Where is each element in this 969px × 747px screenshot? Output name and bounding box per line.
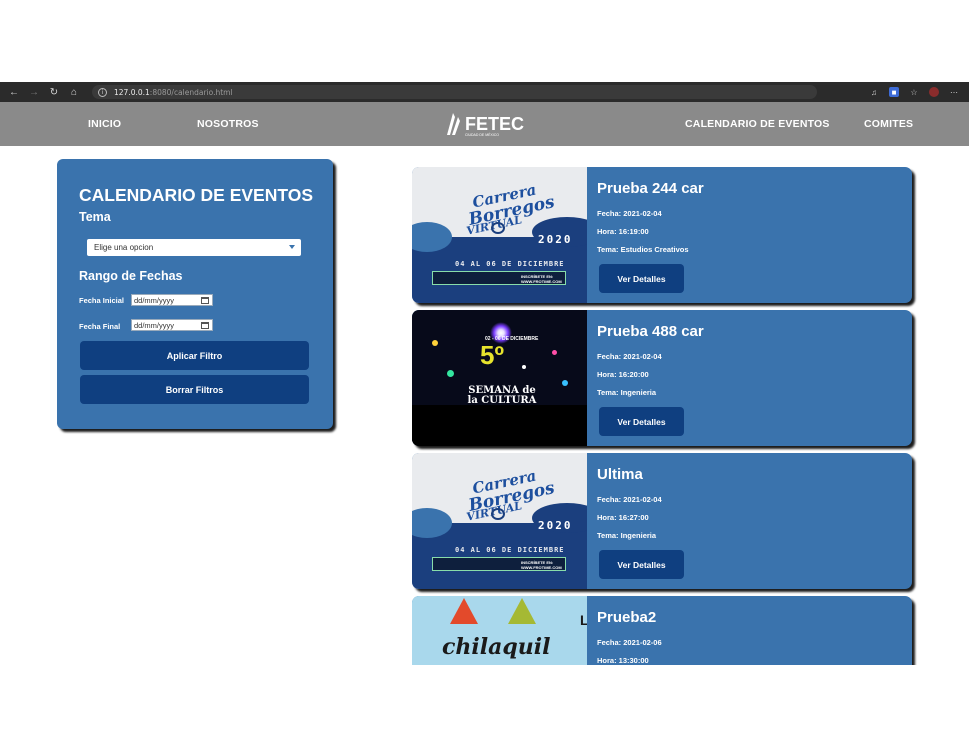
fecha-inicial-input[interactable]: dd/mm/yyyy bbox=[131, 294, 213, 306]
read-aloud-icon[interactable]: ♫ bbox=[869, 87, 879, 97]
fecha-final-label: Fecha Final bbox=[79, 322, 121, 331]
event-tema: Tema: Ingenieria bbox=[597, 388, 657, 397]
poster-semana-text: SEMANA de la CULTURA bbox=[467, 385, 537, 406]
event-fecha: Fecha: 2021-02-04 bbox=[597, 495, 662, 504]
back-arrow-icon[interactable]: ← bbox=[8, 86, 20, 98]
chili-hat-red bbox=[450, 598, 478, 624]
calendar-icon[interactable] bbox=[201, 297, 209, 304]
site-navbar: INICIO NOSOTROS FETEC CIUDAD DE MÉXICO C… bbox=[0, 102, 969, 146]
info-icon[interactable]: i bbox=[98, 87, 107, 97]
event-fecha: Fecha: 2021-02-04 bbox=[597, 209, 662, 218]
profile-avatar-icon[interactable] bbox=[929, 87, 939, 97]
nav-nosotros-link[interactable]: NOSOTROS bbox=[197, 118, 259, 130]
poster-sponsor-bar: INSCRÍBETE EN: WWW.FROTIME.COM bbox=[432, 557, 566, 571]
event-title: Prueba 244 car bbox=[597, 180, 704, 197]
logo-subtitle: CIUDAD DE MÉXICO bbox=[465, 133, 500, 137]
panel-title: CALENDARIO DE EVENTOS bbox=[79, 185, 314, 205]
rango-label: Rango de Fechas bbox=[79, 269, 183, 283]
browser-toolbar: ← → ↻ ⌂ i 127.0.0.1:8080/calendario.html… bbox=[0, 82, 969, 102]
ver-detalles-button[interactable]: Ver Detalles bbox=[599, 264, 684, 293]
event-hora: Hora: 16:19:00 bbox=[597, 227, 649, 236]
event-card: Carrera Borregos VIRTUAL 2020 04 AL 06 D… bbox=[412, 453, 912, 589]
event-poster-image: chilaquil L bbox=[412, 596, 587, 665]
poster-sponsor-bar: INSCRÍBETE EN: WWW.FROTIME.COM bbox=[432, 271, 566, 285]
tema-label: Tema bbox=[79, 210, 111, 224]
event-poster-image: Carrera Borregos VIRTUAL 2020 04 AL 06 D… bbox=[412, 453, 587, 589]
home-icon[interactable]: ⌂ bbox=[68, 86, 80, 98]
event-poster-image: Carrera Borregos VIRTUAL 2020 04 AL 06 D… bbox=[412, 167, 587, 303]
clear-filters-button[interactable]: Borrar Filtros bbox=[80, 375, 309, 404]
ver-detalles-button[interactable]: Ver Detalles bbox=[599, 550, 684, 579]
event-hora: Hora: 13:30:00 bbox=[597, 656, 649, 665]
chili-hat-green bbox=[508, 598, 536, 624]
fecha-inicial-placeholder: dd/mm/yyyy bbox=[134, 295, 175, 305]
logo-wordmark: FETEC bbox=[465, 114, 525, 134]
event-poster-image: 02 - 06 DE DICIEMBRE 5º SEMANA de la CUL… bbox=[412, 310, 587, 446]
borrego-logo-icon bbox=[491, 222, 505, 234]
event-title: Prueba 488 car bbox=[597, 323, 704, 340]
filter-panel: CALENDARIO DE EVENTOS Tema Elige una opc… bbox=[57, 159, 333, 429]
dropdown-caret-icon bbox=[289, 245, 295, 249]
reload-icon[interactable]: ↻ bbox=[48, 86, 60, 98]
tema-select[interactable]: Elige una opcion bbox=[87, 239, 301, 256]
forward-arrow-icon[interactable]: → bbox=[28, 86, 40, 98]
ver-detalles-button[interactable]: Ver Detalles bbox=[599, 407, 684, 436]
event-card: chilaquil L Prueba2 Fecha: 2021-02-06 Ho… bbox=[412, 596, 912, 665]
favorites-icon[interactable]: ☆ bbox=[909, 87, 919, 97]
nav-calendario-link[interactable]: CALENDARIO DE EVENTOS bbox=[685, 118, 830, 130]
poster-edge-letter: L bbox=[580, 612, 587, 628]
more-menu-icon[interactable]: ⋯ bbox=[949, 87, 959, 97]
poster-year: 2020 bbox=[538, 519, 573, 532]
browser-window: ← → ↻ ⌂ i 127.0.0.1:8080/calendario.html… bbox=[0, 82, 969, 665]
event-fecha: Fecha: 2021-02-06 bbox=[597, 638, 662, 647]
poster-semana-number: 5º bbox=[480, 340, 504, 370]
event-hora: Hora: 16:27:00 bbox=[597, 513, 649, 522]
url-path: :8080/calendario.html bbox=[149, 87, 233, 97]
fetec-logo[interactable]: FETEC CIUDAD DE MÉXICO bbox=[443, 110, 524, 138]
browser-actions: ♫ ■ ☆ ⋯ bbox=[869, 87, 959, 97]
event-hora: Hora: 16:20:00 bbox=[597, 370, 649, 379]
poster-date: 04 AL 06 DE DICIEMBRE bbox=[455, 260, 565, 268]
event-fecha: Fecha: 2021-02-04 bbox=[597, 352, 662, 361]
borrego-logo-icon bbox=[491, 508, 505, 520]
extension-icon[interactable]: ■ bbox=[889, 87, 899, 97]
fecha-final-placeholder: dd/mm/yyyy bbox=[134, 320, 175, 330]
event-tema: Tema: Estudios Creativos bbox=[597, 245, 689, 254]
fecha-final-input[interactable]: dd/mm/yyyy bbox=[131, 319, 213, 331]
url-host: 127.0.0.1 bbox=[114, 87, 150, 97]
poster-year: 2020 bbox=[538, 233, 573, 246]
poster-chilaquil-text: chilaquil bbox=[442, 634, 551, 660]
fetec-flame-icon bbox=[447, 113, 460, 135]
event-card: Carrera Borregos VIRTUAL 2020 04 AL 06 D… bbox=[412, 167, 912, 303]
apply-filter-button[interactable]: Aplicar Filtro bbox=[80, 341, 309, 370]
nav-comites-link[interactable]: COMITES bbox=[864, 118, 913, 130]
event-tema: Tema: Ingenieria bbox=[597, 531, 657, 540]
fecha-inicial-label: Fecha Inicial bbox=[79, 296, 125, 305]
poster-date: 04 AL 06 DE DICIEMBRE bbox=[455, 546, 565, 554]
calendar-icon[interactable] bbox=[201, 322, 209, 329]
tema-selected-value: Elige una opcion bbox=[94, 243, 154, 252]
address-bar[interactable]: i 127.0.0.1:8080/calendario.html bbox=[92, 85, 817, 99]
event-card: 02 - 06 DE DICIEMBRE 5º SEMANA de la CUL… bbox=[412, 310, 912, 446]
nav-inicio-link[interactable]: INICIO bbox=[88, 118, 121, 130]
event-title: Prueba2 bbox=[597, 609, 657, 626]
event-title: Ultima bbox=[597, 466, 643, 483]
